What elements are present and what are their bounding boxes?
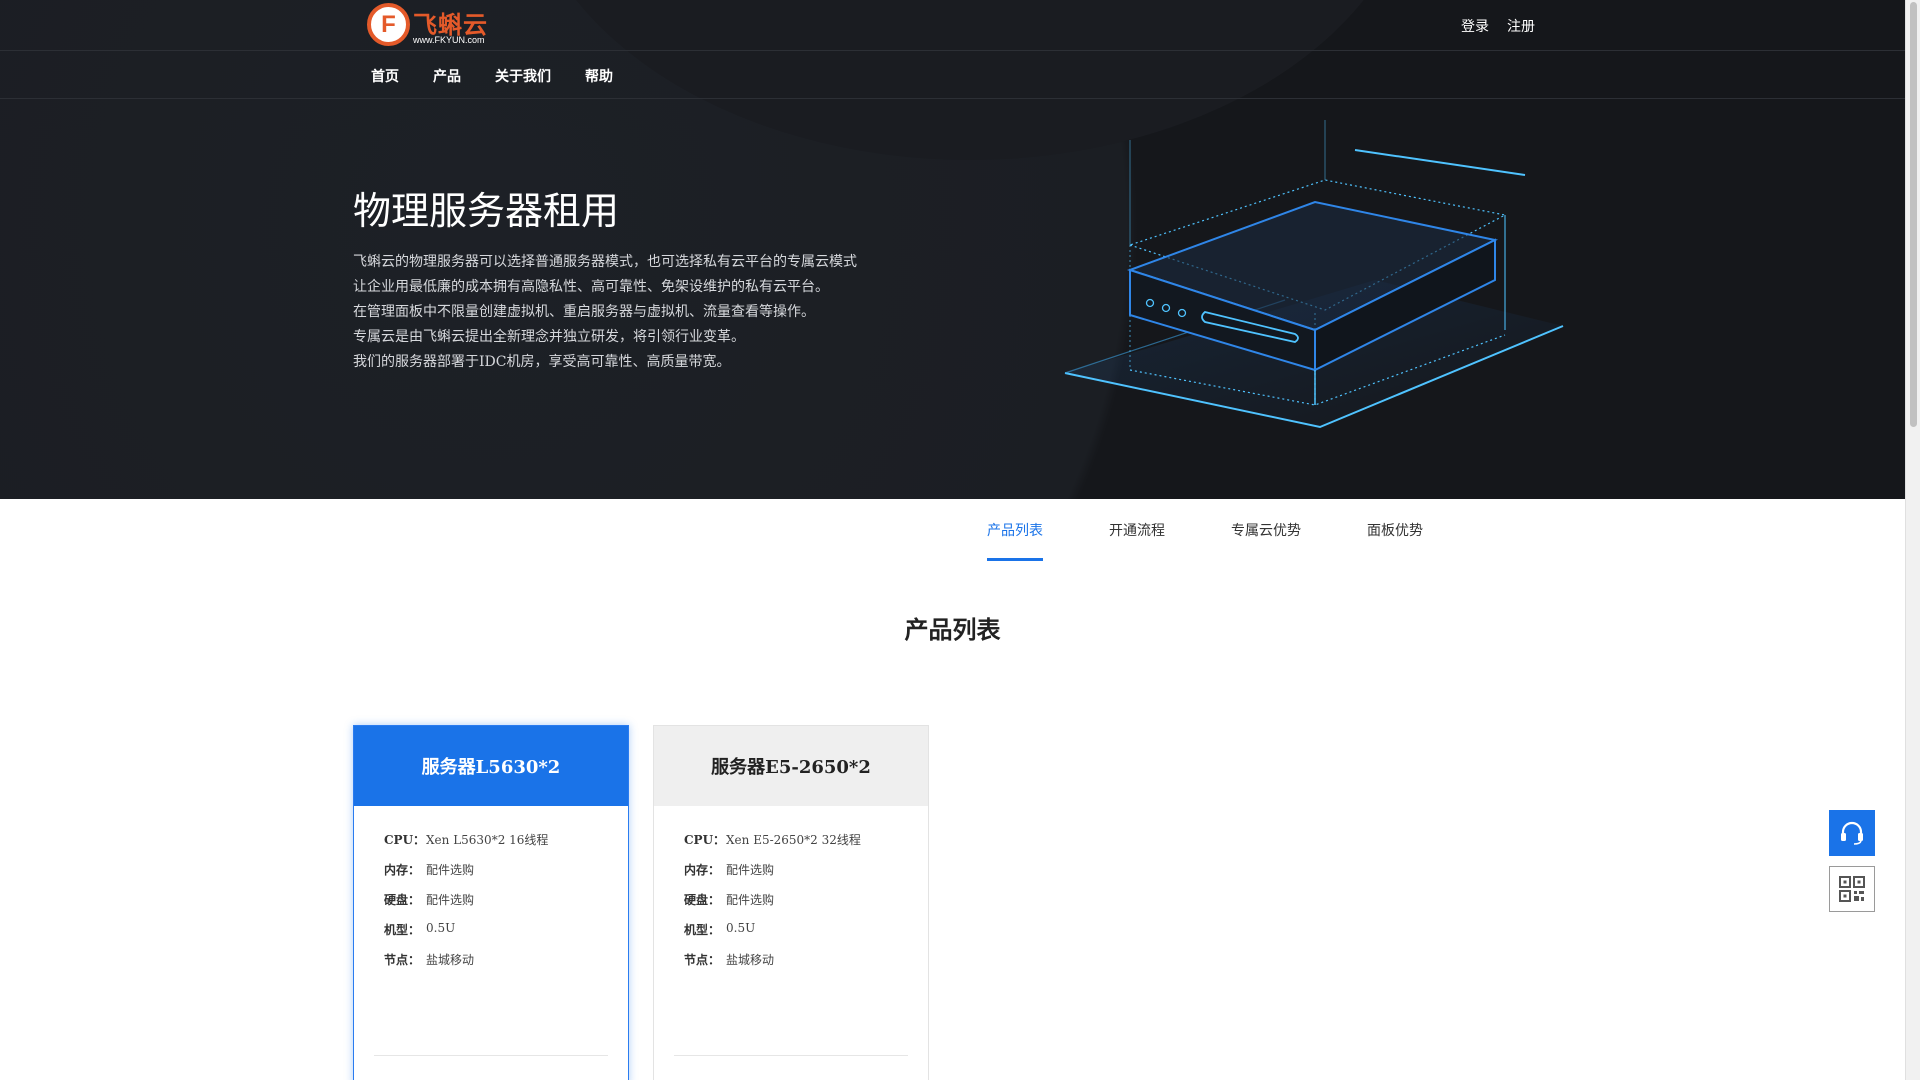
product-tabs: 产品列表 开通流程 专属云优势 面板优势: [987, 520, 1489, 561]
spec-value: Xen E5-2650*2 32线程: [726, 833, 861, 847]
customer-support-button[interactable]: [1829, 810, 1875, 856]
product-specs: CPU： Xen E5-2650*2 32线程 内存： 配件选购 硬盘： 配件选购 机…: [654, 806, 928, 981]
spec-label: 节点：: [384, 953, 421, 967]
product-card-e5-2650[interactable]: 服务器E5-2650*2 CPU： Xen E5-2650*2 32线程 内存： 配…: [653, 725, 929, 1080]
spec-row-disk: 硬盘： 配件选购: [684, 891, 928, 921]
spec-value: 配件选购: [426, 893, 475, 907]
product-card-l5630[interactable]: 服务器L5630*2 CPU： Xen L5630*2 16线程 内存： 配件选购 …: [353, 725, 629, 1080]
nav-item-about[interactable]: 关于我们: [495, 66, 551, 86]
spec-label: 内存：: [684, 863, 721, 877]
spec-label: 机型：: [384, 923, 421, 937]
register-link[interactable]: 注册: [1507, 16, 1535, 36]
spec-value: 配件选购: [726, 863, 775, 877]
spec-row-memory: 内存： 配件选购: [684, 861, 928, 891]
spec-value: 0.5U: [426, 921, 456, 935]
tab-panel-advantages[interactable]: 面板优势: [1367, 520, 1423, 561]
spec-label: CPU：: [684, 833, 726, 847]
qr-code-button[interactable]: [1829, 866, 1875, 912]
hero-desc-line: 让企业用最低廉的成本拥有高隐私性、高可靠性、免架设维护的私有云平台。: [353, 279, 829, 295]
product-specs: CPU： Xen L5630*2 16线程 内存： 配件选购 硬盘： 配件选购 机型：…: [354, 806, 628, 981]
spec-row-memory: 内存： 配件选购: [384, 861, 628, 891]
nav-item-home[interactable]: 首页: [371, 66, 399, 86]
spec-value: 盐城移动: [726, 953, 775, 967]
hero-desc-line: 飞蝌云的物理服务器可以选择普通服务器模式，也可选择私有云平台的专属云模式: [353, 254, 857, 270]
spec-label: CPU：: [384, 833, 426, 847]
scrollbar-thumb[interactable]: [1910, 2, 1917, 427]
tab-product-list[interactable]: 产品列表: [987, 520, 1043, 561]
page-scrollbar[interactable]: [1905, 0, 1920, 1080]
spec-row-node: 节点： 盐城移动: [684, 951, 928, 981]
main-nav: 首页 产品 关于我们 帮助: [0, 51, 1905, 99]
spec-label: 硬盘：: [384, 893, 421, 907]
spec-row-cpu: CPU： Xen E5-2650*2 32线程: [684, 831, 928, 861]
spec-value: 配件选购: [426, 863, 475, 877]
spec-row-disk: 硬盘： 配件选购: [384, 891, 628, 921]
hero-banner: F 飞蝌云 www.FKYUN.com 登录 注册 首页 产品 关于我们 帮助 …: [0, 0, 1905, 499]
spec-label: 硬盘：: [684, 893, 721, 907]
top-bar: F 飞蝌云 www.FKYUN.com 登录 注册: [0, 0, 1905, 51]
spec-value: 配件选购: [726, 893, 775, 907]
card-divider: [674, 1055, 908, 1056]
spec-value: 盐城移动: [426, 953, 475, 967]
spec-value: 0.5U: [726, 921, 756, 935]
hero-title: 物理服务器租用: [353, 189, 620, 233]
login-link[interactable]: 登录: [1461, 16, 1489, 36]
card-divider: [374, 1055, 608, 1056]
spec-label: 机型：: [684, 923, 721, 937]
server-illustration: [1064, 120, 1564, 429]
tab-dedicated-cloud-advantages[interactable]: 专属云优势: [1231, 520, 1301, 561]
hero-description: 飞蝌云的物理服务器可以选择普通服务器模式，也可选择私有云平台的专属云模式 让企业…: [353, 250, 913, 375]
hero-desc-line: 我们的服务器部署于IDC机房，享受高可靠性、高质量带宽。: [353, 354, 731, 370]
spec-label: 内存：: [384, 863, 421, 877]
hero-desc-line: 在管理面板中不限量创建虚拟机、重启服务器与虚拟机、流量查看等操作。: [353, 304, 815, 320]
product-card-title: 服务器E5-2650*2: [654, 726, 928, 806]
auth-links: 登录 注册: [1461, 16, 1535, 36]
product-card-title: 服务器L5630*2: [354, 726, 628, 806]
headset-icon: [1841, 821, 1863, 845]
nav-item-products[interactable]: 产品: [433, 66, 461, 86]
site-logo[interactable]: F 飞蝌云 www.FKYUN.com: [367, 3, 497, 47]
logo-mark: F: [367, 3, 410, 46]
spec-row-node: 节点： 盐城移动: [384, 951, 628, 981]
spec-row-cpu: CPU： Xen L5630*2 16线程: [384, 831, 628, 861]
section-title: 产品列表: [904, 615, 1001, 644]
tab-activation-process[interactable]: 开通流程: [1109, 520, 1165, 561]
logo-url: www.FKYUN.com: [413, 35, 485, 45]
spec-row-model: 机型： 0.5U: [384, 921, 628, 951]
nav-item-help[interactable]: 帮助: [585, 66, 613, 86]
spec-row-model: 机型： 0.5U: [684, 921, 928, 951]
spec-value: Xen L5630*2 16线程: [426, 833, 549, 847]
spec-label: 节点：: [684, 953, 721, 967]
hero-desc-line: 专属云是由飞蝌云提出全新理念并独立研发，将引领行业变革。: [353, 329, 745, 345]
qr-code-icon: [1839, 876, 1865, 902]
